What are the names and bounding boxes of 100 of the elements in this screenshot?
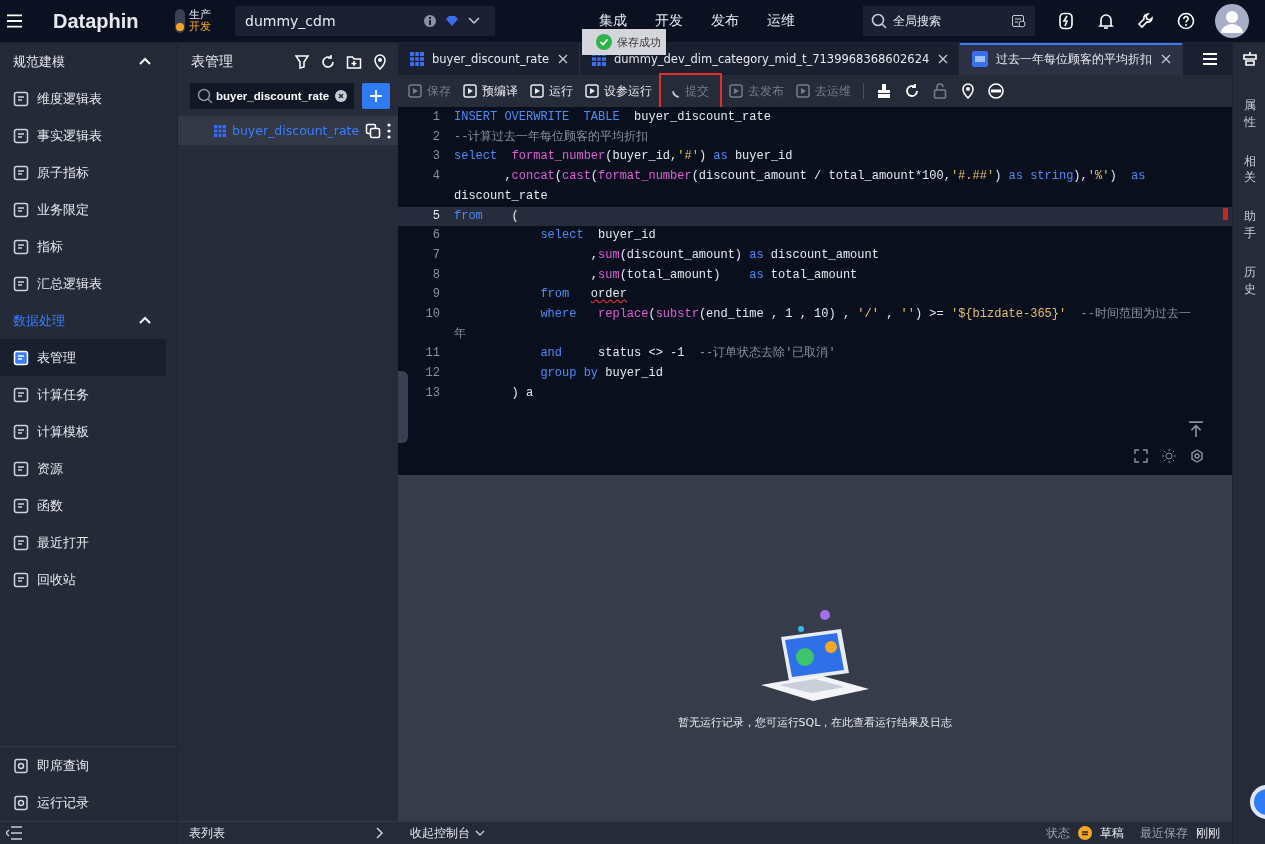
code-line: where replace(substr(end_time , 1 , 10) , '/' , '') >= '${bizdate-365}' --时间范围为过去一 <box>539 306 1191 324</box>
unlock-icon[interactable] <box>932 83 948 99</box>
clear-icon[interactable] <box>335 90 347 102</box>
settings-icon[interactable] <box>1190 449 1204 463</box>
line-number: 13 <box>424 384 441 402</box>
sidebar-item[interactable]: 业务限定 <box>0 191 166 228</box>
add-button[interactable] <box>362 83 390 109</box>
status-value: 草稿 <box>1100 825 1124 841</box>
location-icon[interactable] <box>960 83 976 99</box>
side-tab[interactable]: 属性 <box>1243 97 1256 131</box>
notification-icon[interactable] <box>1097 12 1115 30</box>
play-icon <box>796 84 810 98</box>
nav-tab[interactable]: 运维 <box>767 12 795 30</box>
nav-tab[interactable]: 集成 <box>599 12 627 30</box>
diamond-icon <box>445 14 459 28</box>
sql-file-icon <box>972 51 989 67</box>
sidebar-item[interactable]: 指标 <box>0 228 166 265</box>
sidebar-group-header[interactable]: 规范建模 <box>0 43 177 80</box>
sidebar-item[interactable]: 原子指标 <box>0 154 166 191</box>
copy-icon[interactable] <box>365 122 382 139</box>
sidebar-item[interactable]: 函数 <box>0 487 166 524</box>
last-saved-label: 最近保存 <box>1140 825 1188 841</box>
new-folder-icon[interactable] <box>346 53 362 70</box>
code-line: from ( <box>454 207 519 225</box>
menu-icon[interactable] <box>7 13 22 29</box>
sun-icon[interactable] <box>1162 449 1176 463</box>
filter-icon[interactable] <box>294 53 310 70</box>
refresh-icon[interactable] <box>320 53 336 70</box>
play-icon <box>729 84 743 98</box>
play-icon <box>463 84 477 98</box>
side-tab[interactable]: 助手 <box>1243 208 1256 242</box>
toast: 保存成功 <box>582 29 666 55</box>
sidebar-item[interactable]: 资源 <box>0 450 166 487</box>
line-number: 9 <box>431 286 441 304</box>
module-icon <box>13 349 29 366</box>
code-line: from order <box>539 286 627 304</box>
empty-state-message: 暂无运行记录，您可运行SQL，在此查看运行结果及日志 <box>677 715 953 730</box>
success-icon <box>596 34 612 50</box>
sidebar-item[interactable]: 回收站 <box>0 561 166 598</box>
module-icon <box>13 423 29 440</box>
toolbar-button[interactable]: 预编译 <box>463 78 518 104</box>
sidebar-item[interactable]: 最近打开 <box>0 524 166 561</box>
close-icon[interactable] <box>557 53 569 65</box>
sidebar-group-header[interactable]: 数据处理 <box>0 302 177 339</box>
list-icon[interactable] <box>1202 51 1218 67</box>
info-icon <box>423 14 437 28</box>
sidebar-item[interactable]: 计算任务 <box>0 376 166 413</box>
nav-tab[interactable]: 开发 <box>655 12 683 30</box>
plus-icon <box>369 89 383 103</box>
module-icon <box>13 275 29 292</box>
sidebar-item[interactable]: 汇总逻辑表 <box>0 265 166 302</box>
collapse-handle[interactable] <box>398 371 408 443</box>
wrench-icon[interactable] <box>1137 12 1155 30</box>
close-icon[interactable] <box>1160 53 1173 65</box>
scroll-top-icon[interactable] <box>1188 421 1204 437</box>
line-number: 6 <box>431 227 441 245</box>
global-search-field[interactable]: 全局搜索 <box>863 6 1035 36</box>
collapse-menu-icon[interactable] <box>6 825 22 841</box>
code-line: and status <> -1 --订单状态去除'已取消' <box>539 345 836 363</box>
error-marker <box>1223 208 1228 220</box>
editor-tab[interactable]: 过去一年每位顾客的平均折扣 <box>960 43 1184 75</box>
env-toggle[interactable] <box>175 9 185 33</box>
sidebar-item[interactable]: 计算模板 <box>0 413 166 450</box>
refresh-icon[interactable] <box>904 83 920 99</box>
sidebar-item[interactable]: 事实逻辑表 <box>0 117 166 154</box>
play-icon <box>408 84 422 98</box>
search-field[interactable]: buyer_discount_rate <box>190 83 354 109</box>
fullscreen-icon[interactable] <box>1134 449 1148 463</box>
lightning-icon[interactable] <box>1057 12 1075 30</box>
sidebar-item[interactable]: 运行记录 <box>0 784 166 821</box>
line-number: 5 <box>431 207 441 225</box>
toolbar-button[interactable]: 设参运行 <box>585 78 652 104</box>
sidebar-item[interactable]: 维度逻辑表 <box>0 80 166 117</box>
env-label[interactable]: 开发 <box>189 21 211 33</box>
sidebar-item[interactable]: 表管理 <box>0 339 166 376</box>
code-line: ) a <box>510 384 534 402</box>
collapse-console-button[interactable]: 收起控制台 <box>410 825 486 841</box>
code-line: ,concat(cast(format_number(discount_amount / total_amount*100,'#.##') as string),'%') as <box>503 168 1146 186</box>
code-line: select format_number(buyer_id,'#') as buyer_id <box>454 148 793 166</box>
play-icon <box>585 84 599 98</box>
location-icon[interactable] <box>372 53 388 70</box>
logo: Dataphin <box>53 9 140 33</box>
line-number: 10 <box>424 306 441 324</box>
close-icon[interactable] <box>937 53 950 65</box>
line-number: 1 <box>431 109 441 126</box>
status-label: 状态 <box>1046 825 1070 841</box>
env-label[interactable]: 生产 <box>189 9 211 21</box>
last-saved-value: 刚刚 <box>1196 825 1220 841</box>
toolbar-button[interactable]: 运行 <box>530 78 573 104</box>
nav-tab[interactable]: 发布 <box>711 12 739 30</box>
side-tab[interactable]: 相关 <box>1243 152 1256 187</box>
panel-toggle-icon[interactable] <box>1241 51 1258 67</box>
project-select[interactable]: dummy_cdm <box>235 6 495 36</box>
help-icon[interactable] <box>1177 12 1195 30</box>
sidebar-item[interactable]: 即席查询 <box>0 747 166 784</box>
code-line: INSERT OVERWRITE TABLE buyer_discount_rate <box>454 109 771 126</box>
side-tab[interactable]: 历史 <box>1243 263 1256 298</box>
table-list-link[interactable]: 表列表 <box>178 821 398 844</box>
table-icon <box>410 52 424 66</box>
avatar[interactable] <box>1215 4 1249 38</box>
